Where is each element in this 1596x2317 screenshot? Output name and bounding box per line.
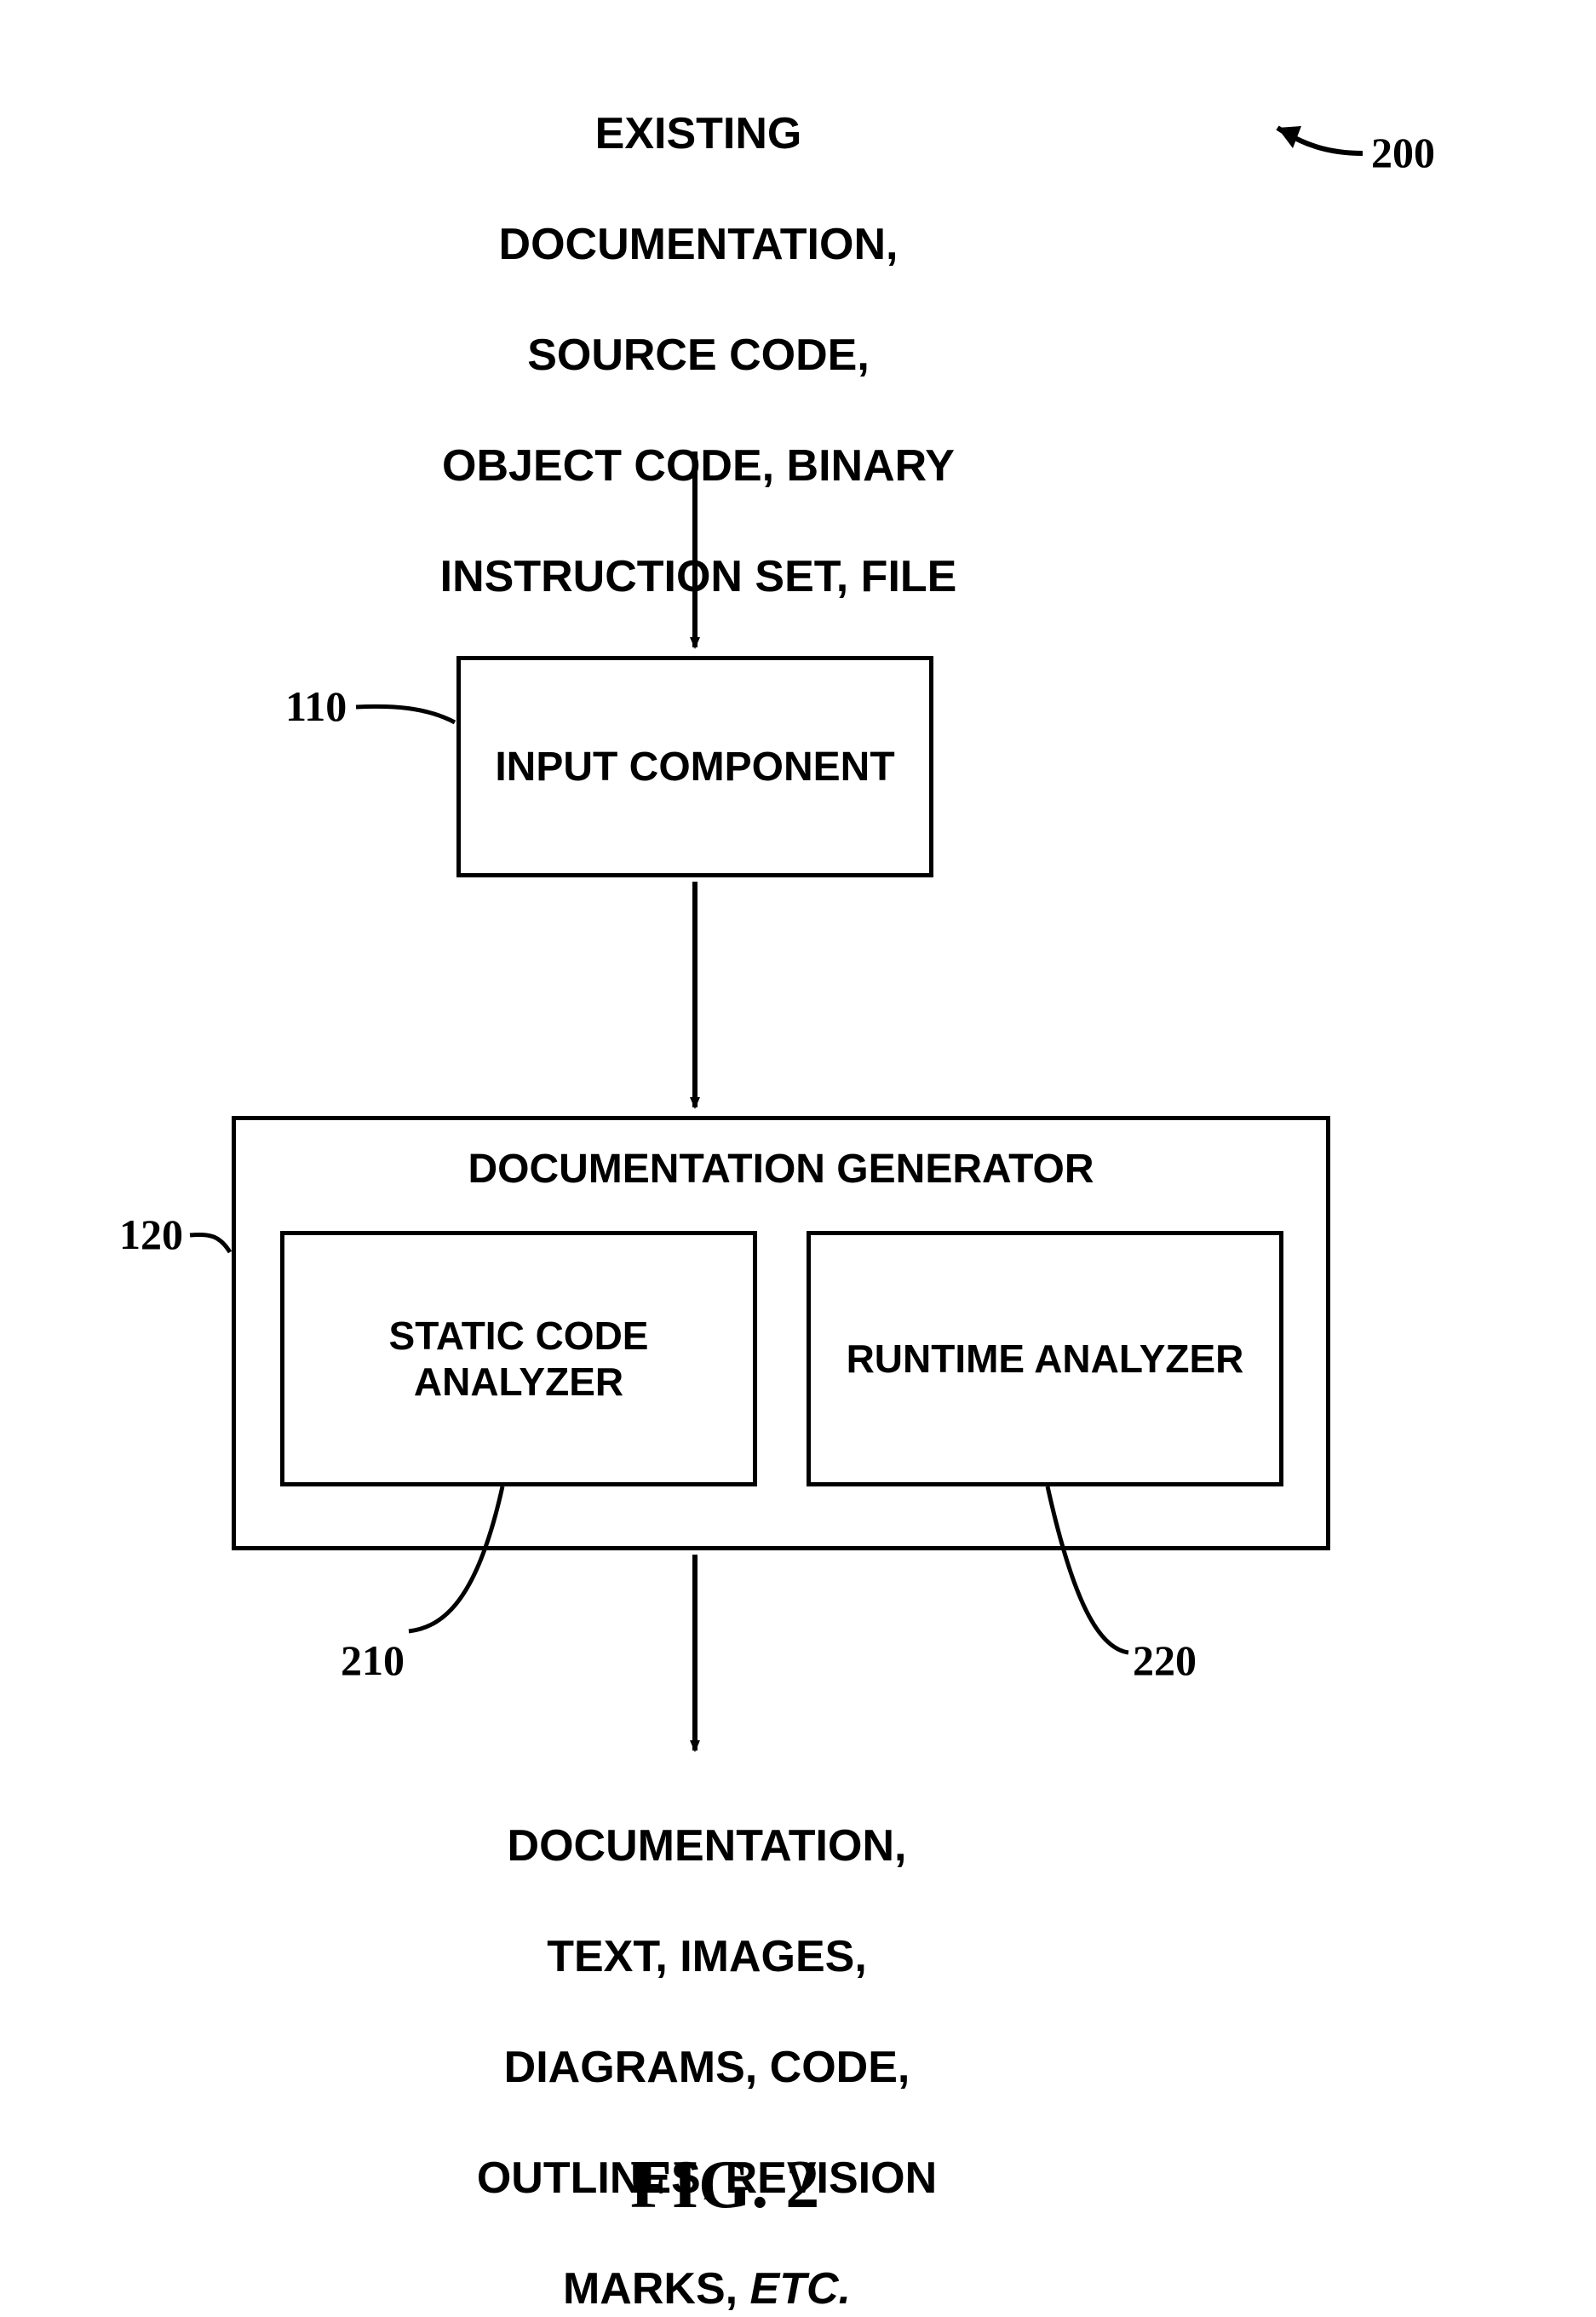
static-analyzer-box: STATIC CODE ANALYZER	[280, 1231, 757, 1486]
figure-label: FIG. 2	[630, 2147, 819, 2224]
ref-120: 120	[119, 1210, 183, 1259]
doc-generator-label: DOCUMENTATION GENERATOR	[236, 1120, 1326, 1193]
input-line-1: EXISTING	[595, 109, 802, 158]
input-component-label: INPUT COMPONENT	[495, 744, 894, 791]
runtime-analyzer-box: RUNTIME ANALYZER	[807, 1231, 1283, 1486]
output-text: DOCUMENTATION, TEXT, IMAGES, DIAGRAMS, C…	[417, 1763, 996, 2317]
ref-200-arrowhead	[1277, 126, 1301, 148]
ref-200: 200	[1371, 128, 1435, 177]
output-line-5a: MARKS,	[563, 2264, 750, 2314]
static-analyzer-label: STATIC CODE ANALYZER	[389, 1313, 649, 1405]
input-line-5: INSTRUCTION SET, FILE	[440, 552, 957, 601]
ref-220: 220	[1133, 1636, 1197, 1685]
leader-120	[190, 1234, 230, 1252]
output-line-5b: ETC.	[750, 2264, 851, 2314]
doc-generator-box: DOCUMENTATION GENERATOR STATIC CODE ANAL…	[232, 1116, 1330, 1550]
ref-200-arrow	[1277, 128, 1363, 153]
input-line-3: SOURCE CODE,	[527, 331, 870, 380]
output-line-2: TEXT, IMAGES,	[547, 1932, 867, 1981]
input-line-4: OBJECT CODE, BINARY	[442, 441, 955, 491]
runtime-analyzer-label: RUNTIME ANALYZER	[847, 1336, 1244, 1382]
diagram-canvas: EXISTING DOCUMENTATION, SOURCE CODE, OBJ…	[0, 0, 1596, 2277]
input-component-box: INPUT COMPONENT	[456, 656, 933, 877]
output-line-3: DIAGRAMS, CODE,	[504, 2043, 910, 2092]
output-line-1: DOCUMENTATION,	[508, 1821, 907, 1871]
ref-110: 110	[285, 681, 347, 731]
ref-210: 210	[341, 1636, 405, 1685]
input-line-2: DOCUMENTATION,	[499, 220, 898, 269]
